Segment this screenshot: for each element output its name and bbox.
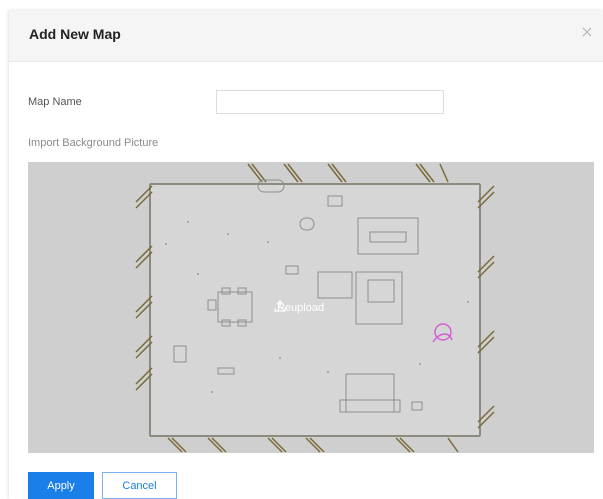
apply-button[interactable]: Apply [28, 472, 94, 499]
import-background-label: Import Background Picture [28, 137, 159, 149]
dialog-title: Add New Map [29, 26, 121, 42]
cancel-button[interactable]: Cancel [102, 472, 177, 499]
map-name-input[interactable] [216, 90, 444, 114]
dialog-header: Add New Map [9, 10, 603, 62]
reupload-button[interactable]: Reupload [273, 299, 324, 317]
add-map-dialog: Add New Map Map Name Import Background P… [9, 10, 603, 499]
map-name-label: Map Name [28, 96, 82, 108]
close-icon[interactable] [579, 24, 595, 40]
background-picture-preview[interactable]: Reupload [28, 162, 594, 453]
